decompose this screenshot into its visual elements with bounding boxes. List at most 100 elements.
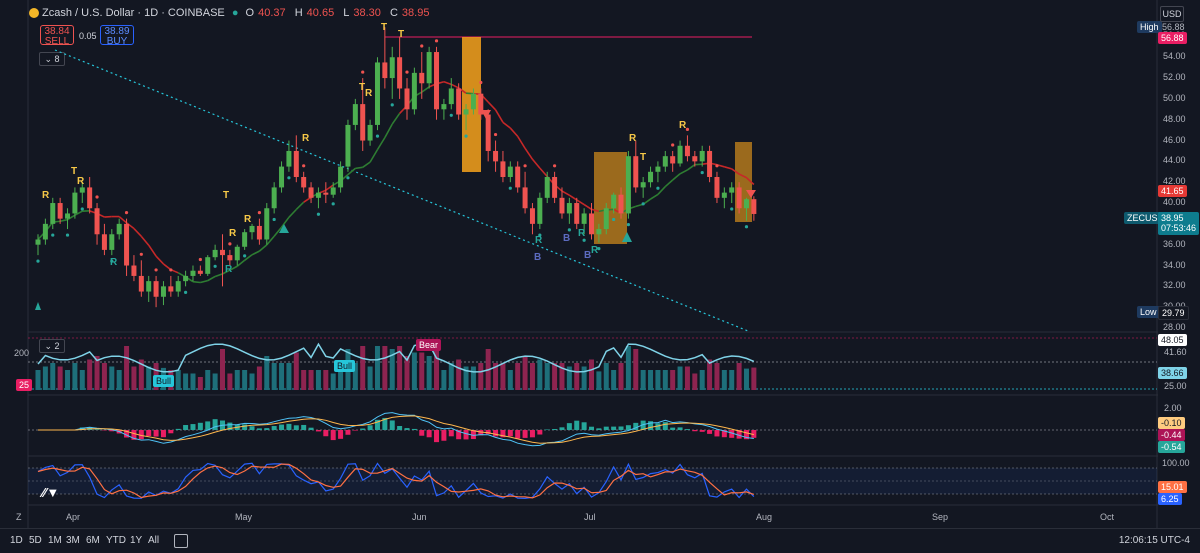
candle-body[interactable] xyxy=(80,187,85,192)
candle-body[interactable] xyxy=(286,151,291,167)
candle-body[interactable] xyxy=(530,208,535,224)
candle-body[interactable] xyxy=(434,52,439,109)
candle-body[interactable] xyxy=(663,156,668,166)
candle-body[interactable] xyxy=(604,208,609,229)
candle-body[interactable] xyxy=(227,255,232,260)
candle-body[interactable] xyxy=(272,187,277,208)
candle-body[interactable] xyxy=(124,224,129,266)
candle-body[interactable] xyxy=(419,73,424,83)
candle-body[interactable] xyxy=(655,167,660,172)
candle-body[interactable] xyxy=(294,151,299,177)
candle-body[interactable] xyxy=(611,195,616,209)
candle-body[interactable] xyxy=(87,187,92,208)
candle-body[interactable] xyxy=(441,104,446,109)
candle-body[interactable] xyxy=(50,203,55,224)
candle-body[interactable] xyxy=(744,199,749,208)
candle-body[interactable] xyxy=(323,193,328,195)
candle-body[interactable] xyxy=(471,94,476,110)
candle-body[interactable] xyxy=(670,156,675,163)
candle-body[interactable] xyxy=(65,213,70,218)
candle-body[interactable] xyxy=(131,266,136,276)
candle-body[interactable] xyxy=(685,146,690,156)
timeframe-button-3m[interactable]: 3M xyxy=(66,535,80,546)
candle-body[interactable] xyxy=(301,177,306,187)
candle-body[interactable] xyxy=(596,229,601,234)
candle-body[interactable] xyxy=(190,271,195,276)
candle-body[interactable] xyxy=(619,195,624,214)
candle-body[interactable] xyxy=(486,115,491,151)
candle-body[interactable] xyxy=(545,177,550,198)
supply-zone[interactable] xyxy=(735,142,752,222)
clock[interactable]: 12:06:15 UTC-4 xyxy=(1119,535,1190,546)
candle-body[interactable] xyxy=(427,52,432,83)
timeframe-button-ytd[interactable]: YTD xyxy=(106,535,126,546)
candle-body[interactable] xyxy=(678,146,683,164)
osc-toggle-button[interactable]: ⌄ 2 xyxy=(39,339,65,353)
timeframe-button-all[interactable]: All xyxy=(148,535,159,546)
candle-body[interactable] xyxy=(523,187,528,208)
candle-body[interactable] xyxy=(117,224,122,234)
candle-body[interactable] xyxy=(515,167,520,188)
candle-body[interactable] xyxy=(552,177,557,198)
candle-body[interactable] xyxy=(43,224,48,240)
candle-body[interactable] xyxy=(567,203,572,213)
candle-body[interactable] xyxy=(722,193,727,198)
candle-body[interactable] xyxy=(648,172,653,182)
currency-select[interactable]: USD xyxy=(1160,6,1184,22)
candle-body[interactable] xyxy=(353,104,358,125)
candle-body[interactable] xyxy=(250,226,255,232)
candle-body[interactable] xyxy=(641,182,646,187)
candle-body[interactable] xyxy=(464,109,469,114)
candle-body[interactable] xyxy=(707,151,712,177)
candle-body[interactable] xyxy=(161,286,166,296)
candle-body[interactable] xyxy=(235,247,240,261)
candle-body[interactable] xyxy=(279,167,284,188)
candle-body[interactable] xyxy=(537,198,542,224)
candle-body[interactable] xyxy=(700,151,705,161)
candle-body[interactable] xyxy=(449,88,454,104)
candle-body[interactable] xyxy=(493,151,498,161)
candle-body[interactable] xyxy=(257,226,262,240)
candle-body[interactable] xyxy=(109,234,114,250)
candle-body[interactable] xyxy=(405,88,410,109)
candle-body[interactable] xyxy=(633,156,638,187)
candle-body[interactable] xyxy=(390,57,395,78)
candle-body[interactable] xyxy=(412,73,417,109)
candle-body[interactable] xyxy=(508,167,513,177)
candle-body[interactable] xyxy=(582,213,587,223)
candle-body[interactable] xyxy=(345,125,350,167)
candle-body[interactable] xyxy=(198,271,203,274)
candle-body[interactable] xyxy=(692,156,697,161)
candle-body[interactable] xyxy=(316,193,321,198)
candle-body[interactable] xyxy=(95,208,100,234)
candle-body[interactable] xyxy=(72,193,77,214)
candle-body[interactable] xyxy=(382,62,387,78)
candle-body[interactable] xyxy=(574,203,579,224)
candle-body[interactable] xyxy=(375,62,380,124)
candle-body[interactable] xyxy=(102,234,107,250)
candle-body[interactable] xyxy=(589,213,594,234)
candle-body[interactable] xyxy=(751,199,756,214)
candle-body[interactable] xyxy=(242,232,247,247)
candle-body[interactable] xyxy=(368,125,373,141)
candle-body[interactable] xyxy=(729,187,734,192)
candle-body[interactable] xyxy=(154,281,159,297)
candle-body[interactable] xyxy=(264,208,269,239)
timeframe-button-6m[interactable]: 6M xyxy=(86,535,100,546)
candle-body[interactable] xyxy=(338,167,343,188)
candle-body[interactable] xyxy=(183,276,188,281)
candle-body[interactable] xyxy=(168,286,173,291)
timezone-icon[interactable]: Z xyxy=(16,512,22,522)
timeframe-button-5d[interactable]: 5D xyxy=(29,535,42,546)
candle-body[interactable] xyxy=(331,187,336,194)
calendar-icon[interactable] xyxy=(174,534,188,548)
candle-body[interactable] xyxy=(58,203,63,219)
diagonal-trendline[interactable] xyxy=(55,50,748,331)
candle-body[interactable] xyxy=(139,276,144,292)
candle-body[interactable] xyxy=(146,281,151,291)
candle-body[interactable] xyxy=(213,250,218,257)
candle-body[interactable] xyxy=(456,88,461,114)
timeframe-button-1d[interactable]: 1D xyxy=(10,535,23,546)
candle-body[interactable] xyxy=(714,177,719,198)
timeframe-button-1m[interactable]: 1M xyxy=(48,535,62,546)
